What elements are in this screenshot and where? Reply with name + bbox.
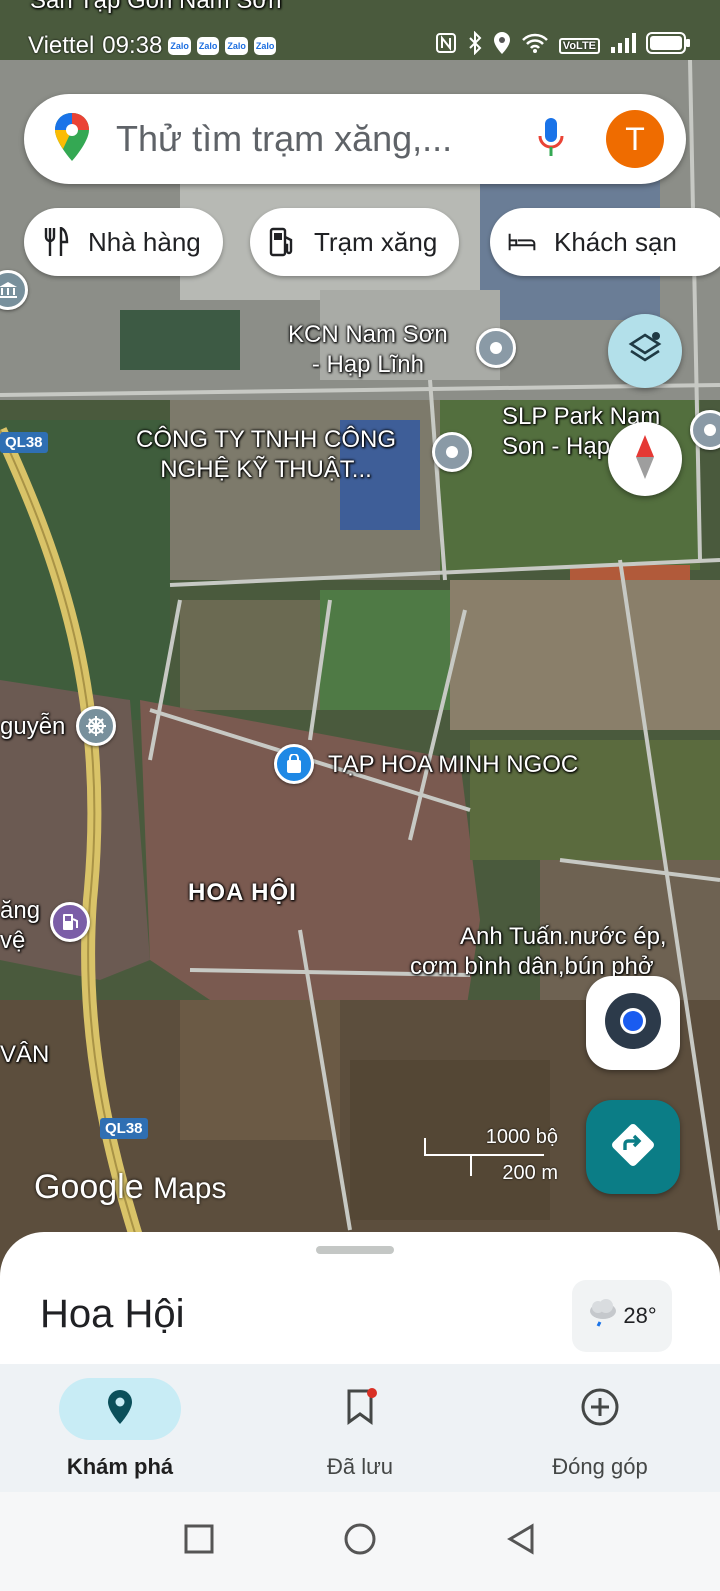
carrier-name: Viettel bbox=[28, 32, 95, 59]
map-view[interactable]: Sàn Tạp Gôn Nam Sơn KCN Nam Sơn - Hạp Lĩ… bbox=[0, 0, 720, 1280]
nav-pill bbox=[299, 1378, 421, 1440]
map-label-line: KCN Nam Sơn bbox=[288, 321, 448, 348]
compass-button[interactable] bbox=[608, 422, 682, 496]
place-pin-icon[interactable] bbox=[432, 432, 472, 472]
map-scale: 1000 bộ 200 m bbox=[424, 1126, 564, 1186]
place-title: Hoa Hội bbox=[40, 1292, 185, 1336]
place-pin-icon[interactable] bbox=[476, 328, 516, 368]
rain-cloud-icon bbox=[587, 1298, 619, 1334]
notification-dot bbox=[367, 1388, 377, 1398]
bottom-sheet[interactable]: Hoa Hội 28° bbox=[0, 1232, 720, 1367]
weather-chip[interactable]: 28° bbox=[572, 1280, 672, 1352]
chip-gas-stations[interactable]: Trạm xăng bbox=[250, 208, 460, 276]
temperature: 28° bbox=[623, 1303, 657, 1328]
nav-label: Đóng góp bbox=[552, 1454, 648, 1479]
zalo-notification-icon: Zalo bbox=[168, 37, 191, 55]
recents-icon[interactable] bbox=[184, 1524, 214, 1559]
map-label-line: NGHỆ KỸ THUẬT... bbox=[160, 456, 372, 483]
search-input[interactable]: Thử tìm trạm xăng,... bbox=[116, 118, 536, 160]
signal-icon bbox=[610, 32, 636, 61]
chip-hotels[interactable]: Khách sạn bbox=[490, 208, 720, 276]
shopping-pin-icon[interactable] bbox=[274, 744, 314, 784]
map-label-ang[interactable]: ăng vệ bbox=[0, 896, 40, 956]
nav-pill bbox=[539, 1378, 661, 1440]
nav-saved[interactable]: Đã lưu bbox=[240, 1364, 480, 1492]
logo-google: Google bbox=[34, 1168, 144, 1206]
map-label-tap-hoa[interactable]: TẠP HOA MINH NGOC bbox=[328, 750, 578, 780]
google-maps-pin-icon bbox=[54, 112, 90, 167]
logo-maps: Maps bbox=[153, 1172, 227, 1205]
nav-label: Đã lưu bbox=[326, 1454, 394, 1479]
chip-label: Khách sạn bbox=[554, 226, 677, 257]
nav-explore[interactable]: Khám phá bbox=[0, 1364, 240, 1492]
bottom-navigation: Khám phá Đã lưu Đóng góp bbox=[0, 1364, 720, 1492]
account-avatar[interactable]: T bbox=[606, 110, 664, 168]
back-icon[interactable] bbox=[506, 1523, 536, 1560]
map-label-anh-tuan[interactable]: Anh Tuấn.nước ép, cơm bình dân,bún phở bbox=[410, 922, 667, 982]
gas-station-pin-icon[interactable] bbox=[50, 902, 90, 942]
temple-pin-icon[interactable] bbox=[76, 706, 116, 746]
zalo-notification-icon: Zalo bbox=[253, 37, 277, 55]
search-bar[interactable]: Thử tìm trạm xăng,... T bbox=[24, 94, 686, 184]
wifi-icon bbox=[521, 32, 549, 61]
map-label-kcn-nam-son[interactable]: KCN Nam Sơn - Hạp Lĩnh bbox=[288, 320, 448, 380]
chip-restaurants[interactable]: Nhà hàng bbox=[24, 208, 223, 276]
directions-button[interactable] bbox=[586, 1100, 680, 1194]
layers-icon bbox=[627, 331, 663, 372]
map-label-line: - Hạp Lĩnh bbox=[311, 351, 424, 378]
map-label-company[interactable]: CÔNG TY TNHH CÔNG NGHỆ KỸ THUẬT... bbox=[136, 425, 396, 485]
road-shield-ql38: QL38 bbox=[100, 1118, 148, 1139]
nav-label: Khám phá bbox=[66, 1454, 174, 1479]
restaurant-icon bbox=[42, 227, 70, 256]
map-label-top-partial[interactable]: Sàn Tạp Gôn Nam Sơn bbox=[30, 0, 281, 16]
location-icon bbox=[493, 31, 511, 62]
scale-imperial: 1000 bộ bbox=[485, 1126, 558, 1148]
map-label-nguyen[interactable]: guyễn bbox=[0, 712, 65, 742]
system-navigation-bar bbox=[0, 1492, 720, 1591]
google-maps-logo: Google Maps bbox=[34, 1168, 226, 1207]
nav-contribute[interactable]: Đóng góp bbox=[480, 1364, 720, 1492]
map-label-hoa-hoi[interactable]: HOA HỘI bbox=[188, 878, 297, 908]
map-label-line: ăng bbox=[0, 897, 41, 924]
compass-icon bbox=[634, 433, 656, 486]
directions-icon bbox=[610, 1122, 656, 1173]
explore-pin-icon bbox=[107, 1389, 133, 1430]
map-label-line: vệ bbox=[0, 927, 26, 954]
scale-metric: 200 m bbox=[502, 1162, 558, 1184]
zalo-notification-icon: Zalo bbox=[196, 37, 220, 55]
battery-icon bbox=[646, 31, 692, 62]
my-location-button[interactable] bbox=[586, 976, 680, 1070]
nfc-icon bbox=[435, 32, 457, 61]
map-label-line: Anh Tuấn.nước ép, bbox=[460, 923, 667, 950]
sheet-drag-handle[interactable] bbox=[316, 1246, 394, 1254]
hotel-icon bbox=[508, 228, 536, 256]
home-icon[interactable] bbox=[343, 1522, 377, 1561]
map-label-van[interactable]: VÂN bbox=[0, 1040, 49, 1070]
add-circle-icon bbox=[580, 1387, 620, 1432]
map-label-line: CÔNG TY TNHH CÔNG bbox=[136, 426, 397, 453]
my-location-icon bbox=[603, 991, 663, 1056]
zalo-notification-icon: Zalo bbox=[225, 37, 248, 55]
nav-pill bbox=[59, 1378, 181, 1440]
bluetooth-icon bbox=[467, 30, 483, 62]
satellite-imagery bbox=[0, 0, 720, 1280]
microphone-icon[interactable] bbox=[536, 116, 566, 163]
layers-button[interactable] bbox=[608, 314, 682, 388]
clock: 09:38 bbox=[102, 32, 163, 59]
gas-station-icon bbox=[268, 227, 296, 257]
road-shield-ql38: QL38 bbox=[0, 432, 48, 453]
chip-label: Nhà hàng bbox=[88, 226, 201, 257]
chip-label: Trạm xăng bbox=[314, 226, 438, 257]
volte-badge: VoLTE bbox=[558, 38, 600, 54]
status-bar: Viettel 09:38 Zalo Zalo Zalo Zalo VoLTE bbox=[0, 28, 720, 64]
